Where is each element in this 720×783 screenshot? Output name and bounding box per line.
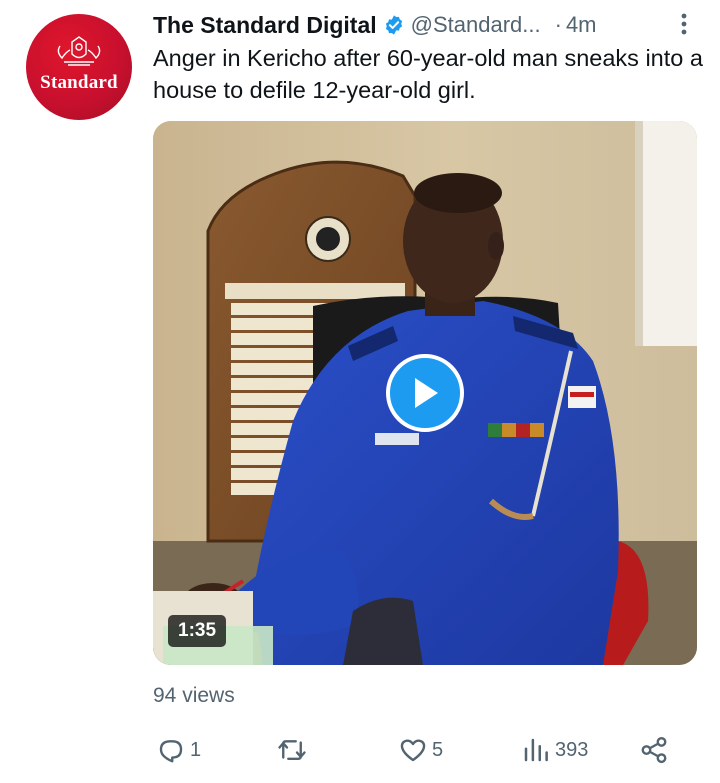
play-button[interactable] [386, 354, 464, 432]
analytics-button[interactable]: 393 [521, 730, 588, 770]
retweet-icon [278, 740, 306, 760]
share-button[interactable] [639, 730, 669, 770]
reply-button[interactable]: 1 [156, 730, 201, 770]
avatar-brand-text: Standard [40, 72, 118, 93]
video-player[interactable]: 1:35 [153, 121, 697, 665]
like-button[interactable]: 5 [398, 730, 443, 770]
tweet-card[interactable]: Standard The Standard Digital @Standard.… [0, 0, 720, 783]
header-separator: · [554, 12, 562, 37]
reply-icon [159, 740, 183, 763]
more-options-button[interactable] [672, 8, 696, 40]
crest-logo-icon [57, 36, 101, 66]
like-count: 5 [432, 738, 444, 761]
play-icon [415, 378, 438, 408]
author-avatar[interactable]: Standard [26, 14, 132, 120]
video-duration-badge: 1:35 [168, 615, 227, 647]
verified-badge-icon[interactable] [383, 14, 405, 36]
analytics-bars-icon [524, 738, 548, 762]
more-options-icon [681, 13, 687, 35]
retweet-button[interactable] [277, 730, 311, 770]
author-display-name[interactable]: The Standard Digital [153, 12, 377, 39]
reply-count: 1 [190, 738, 202, 761]
tweet-text: Anger in Kericho after 60-year-old man s… [153, 45, 703, 103]
tweet-header: The Standard Digital @Standard... · 4m [153, 8, 693, 42]
tweet-action-bar: 1 5 393 [153, 730, 693, 770]
heart-icon [400, 739, 426, 762]
view-count-text[interactable]: 94 views [153, 684, 235, 708]
author-handle[interactable]: @Standard... [411, 12, 541, 38]
analytics-count: 393 [555, 738, 589, 761]
share-icon [641, 736, 667, 764]
tweet-timestamp[interactable]: 4m [566, 12, 597, 38]
